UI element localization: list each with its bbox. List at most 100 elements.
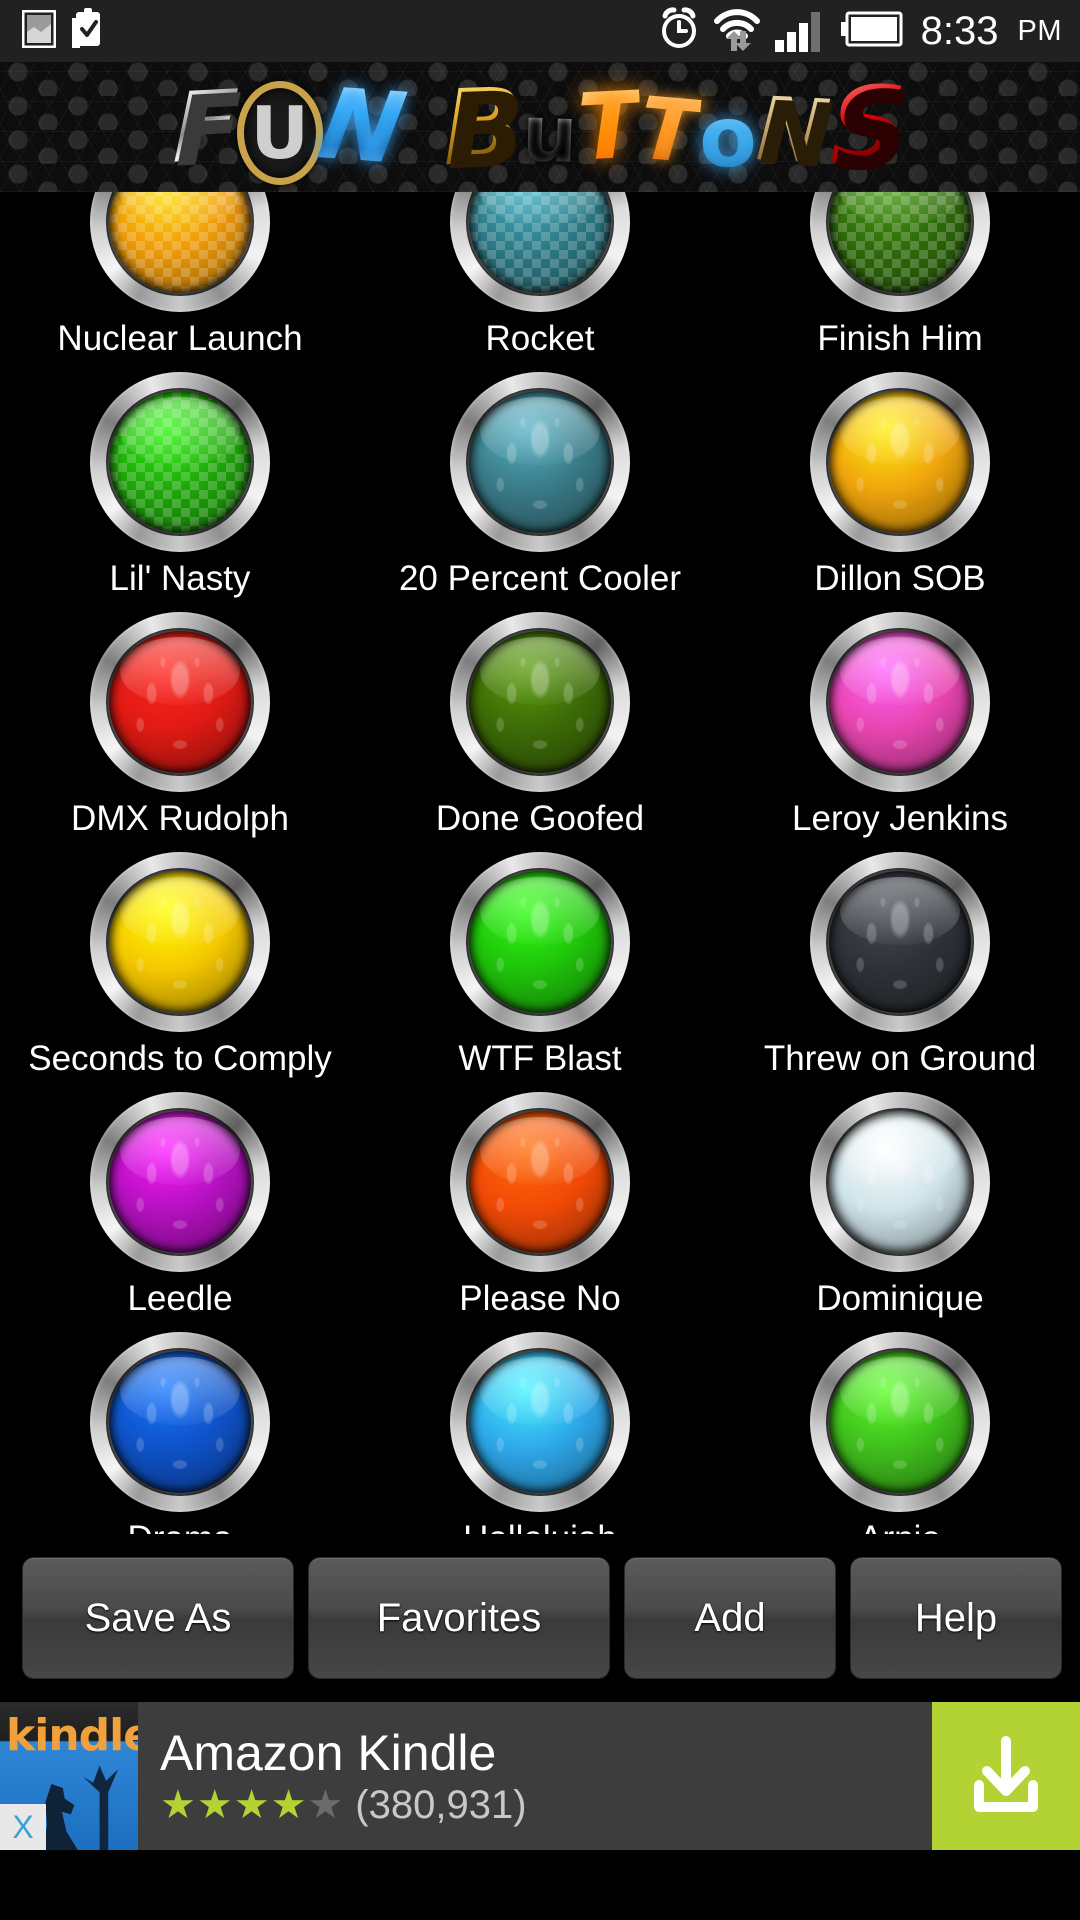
ad-review-count: (380,931) [355,1783,527,1828]
sound-button-label: Leroy Jenkins [792,799,1008,838]
logo-letter-o: o [697,87,759,187]
ad-icon-tree [83,1765,118,1850]
sound-button-face [109,1351,251,1493]
button-row: Leedle Please No Dominique [0,1092,1080,1316]
logo-letter-u: U [236,81,323,185]
sound-button[interactable] [450,192,630,312]
sound-button-face [109,391,251,533]
sound-button-face [829,391,971,533]
logo-letter-t1: T [574,71,644,182]
star-filled-icon: ★ [233,1783,270,1828]
sound-button-label: DMX Rudolph [71,799,289,838]
button-row: Nuclear Launch Rocket Finish Him [0,192,1080,356]
sound-button-face [829,1111,971,1253]
sound-button-face [469,391,611,533]
save-as-button[interactable]: Save As [22,1557,294,1679]
sound-button-face [829,192,971,293]
sound-button-label: Hallelujah [463,1521,617,1534]
ad-banner[interactable]: kindle X Amazon Kindle ★ ★ ★ ★ ★ (380,931) [0,1702,1080,1850]
sound-button[interactable] [810,612,990,792]
sound-button-face [829,1351,971,1493]
sound-button-label: Finish Him [817,319,983,358]
battery-icon [840,11,903,52]
button-cell: Dominique [720,1092,1080,1316]
sound-button-label: 20 Percent Cooler [398,559,682,598]
sound-button-face [469,192,611,293]
button-row: Lil' Nasty 20 Percent Cooler Dillon SOB [0,372,1080,596]
bottom-toolbar: Save As Favorites Add Help [0,1534,1080,1702]
sound-button-label: Please No [459,1279,621,1318]
star-filled-icon: ★ [160,1783,196,1828]
sound-button-label: Dominique [816,1279,984,1318]
alarm-clock-icon [657,6,701,57]
add-button[interactable]: Add [624,1557,836,1679]
sound-button[interactable] [90,612,270,792]
favorites-button[interactable]: Favorites [308,1557,610,1679]
logo-letter-f: F [172,69,240,185]
sound-button[interactable] [810,372,990,552]
help-button[interactable]: Help [850,1557,1062,1679]
row-gap [0,356,1080,372]
sound-button[interactable] [450,852,630,1032]
sound-button[interactable] [810,1332,990,1512]
row-gap [0,1076,1080,1092]
sound-button[interactable] [450,372,630,552]
ad-star-rating: ★ ★ ★ ★ ★ [160,1785,343,1825]
button-cell: Seconds to Comply [0,852,360,1076]
ad-close-button[interactable]: X [0,1804,46,1850]
sound-button-label: Done Goofed [435,799,645,838]
button-cell: Hallelujah [360,1332,720,1534]
sound-button-face [469,1111,611,1253]
sound-button-face [829,871,971,1013]
screenshot-icon [21,9,57,53]
status-bar-left-icons [0,7,104,55]
ad-icon-person [43,1784,78,1850]
sound-button[interactable] [810,1092,990,1272]
sound-button[interactable] [90,192,270,312]
button-cell: Lil' Nasty [0,372,360,596]
button-cell: Arnie [720,1332,1080,1534]
button-cell: WTF Blast [360,852,720,1076]
sound-button[interactable] [450,612,630,792]
button-row: Drama Hallelujah Arnie [0,1332,1080,1534]
sound-button[interactable] [450,1092,630,1272]
logo-letter-n2: N [753,77,833,184]
button-cell: Finish Him [720,192,1080,356]
button-row: DMX Rudolph Done Goofed Leroy Jenkins [0,612,1080,836]
ad-app-icon: kindle X [0,1702,138,1850]
button-cell: Rocket [360,192,720,356]
app-screen: 8:33 PM F U N B u T T o N S Nuclear Laun… [0,0,1080,1920]
sound-button[interactable] [810,852,990,1032]
button-cell: Dillon SOB [720,372,1080,596]
sound-button[interactable] [90,1092,270,1272]
sound-button-label: Arnie [859,1521,941,1534]
sound-button-label: Lil' Nasty [109,559,251,598]
logo-letter-u2: u [520,89,580,181]
sound-button[interactable] [810,192,990,312]
signal-bars-icon [773,6,829,57]
button-cell: Drama [0,1332,360,1534]
sound-button-face [109,192,251,293]
sound-button-face [109,871,251,1013]
sound-button-label: Leedle [127,1279,233,1318]
sound-button-label: Threw on Ground [763,1039,1037,1078]
sound-button[interactable] [90,1332,270,1512]
sound-button-label: Drama [127,1521,232,1534]
screen-bottom-fill [0,1850,1080,1920]
sound-button-label: WTF Blast [458,1039,622,1078]
sound-button-face [829,631,971,773]
sound-button-grid-scroll[interactable]: Nuclear Launch Rocket Finish Him Lil' Nasty… [0,192,1080,1534]
ad-rating-row: ★ ★ ★ ★ ★ (380,931) [160,1785,932,1825]
logo-letter-n: N [310,67,413,187]
sound-button[interactable] [90,372,270,552]
row-gap [0,836,1080,852]
sound-button[interactable] [90,852,270,1032]
sound-button-face [109,631,251,773]
sound-button-grid: Nuclear Launch Rocket Finish Him Lil' Nasty… [0,192,1080,1534]
button-cell: DMX Rudolph [0,612,360,836]
ad-install-button[interactable] [932,1702,1080,1850]
star-empty-icon: ★ [307,1783,344,1828]
sound-button-face [469,631,611,773]
sound-button[interactable] [450,1332,630,1512]
button-cell: 20 Percent Cooler [360,372,720,596]
